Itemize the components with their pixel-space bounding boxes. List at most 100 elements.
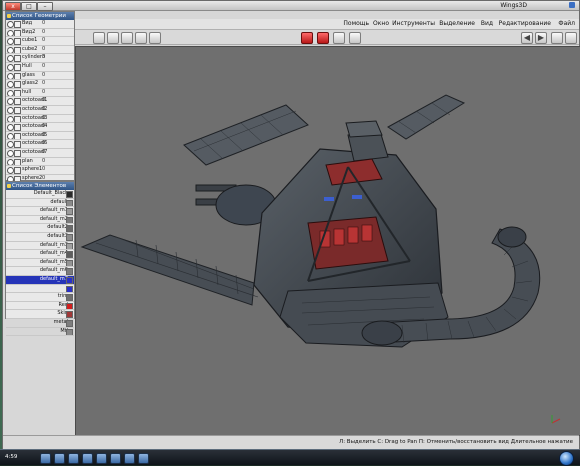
lock-icon[interactable] (14, 158, 21, 166)
vertex-mode-button[interactable] (301, 32, 313, 44)
lock-icon[interactable] (14, 106, 21, 114)
menu-help[interactable]: Помощь (343, 20, 369, 27)
menu-view[interactable]: Вид (481, 20, 493, 27)
toolbar-grid-button[interactable] (565, 32, 577, 44)
lock-icon[interactable] (14, 124, 21, 131)
geometry-item[interactable]: sphere1 0 (6, 166, 74, 175)
lock-icon[interactable] (14, 115, 21, 123)
geometry-item[interactable]: octotoad6 0 (6, 140, 74, 149)
arrow-right-icon[interactable]: ▶ (535, 32, 547, 44)
lock-icon[interactable] (14, 81, 21, 88)
geometry-item[interactable]: cube1 0 (6, 37, 74, 46)
toolbar-save-button[interactable] (121, 32, 133, 44)
menu-edit[interactable]: Редактирование (499, 20, 551, 27)
eye-icon[interactable] (7, 149, 14, 157)
menu-window[interactable]: Окно (373, 20, 389, 27)
geometry-item[interactable]: hull 0 (6, 89, 74, 98)
eye-icon[interactable] (7, 132, 14, 140)
geometry-item[interactable]: Вид 0 (6, 20, 74, 29)
menu-file[interactable]: Файл (558, 20, 575, 27)
geometry-item[interactable]: plan 0 (6, 158, 74, 167)
lock-icon[interactable] (14, 141, 21, 148)
toolbar-open-button[interactable] (107, 32, 119, 44)
toolbar-view-button[interactable] (551, 32, 563, 44)
tray-icon[interactable] (138, 453, 149, 464)
eye-icon[interactable] (7, 106, 14, 114)
geometry-item[interactable]: glass 0 (6, 72, 74, 81)
material-item[interactable] (6, 285, 74, 294)
eye-icon[interactable] (7, 98, 14, 105)
lock-icon[interactable] (14, 55, 21, 63)
eye-icon[interactable] (7, 46, 14, 54)
toolbar-new-button[interactable] (93, 32, 105, 44)
tray-icon[interactable] (54, 453, 65, 464)
material-item[interactable]: default_m2 (6, 216, 74, 225)
geometry-item[interactable]: octotoad2 0 (6, 106, 74, 115)
minimize-button[interactable]: – (37, 2, 53, 11)
material-item[interactable]: default_m6 (6, 267, 74, 276)
lock-icon[interactable] (14, 149, 21, 157)
material-item[interactable]: default_m7 (6, 275, 74, 285)
geometry-item[interactable]: octotoad5 0 (6, 132, 74, 141)
material-item[interactable]: Mtl (6, 328, 74, 337)
material-item[interactable]: Skin (6, 310, 74, 319)
material-item[interactable]: Default_Black (6, 190, 74, 199)
menu-tools[interactable]: Инструменты (392, 20, 435, 27)
material-item[interactable]: default (6, 199, 74, 208)
menu-select[interactable]: Выделение (439, 20, 475, 27)
edge-mode-button[interactable] (317, 32, 329, 44)
lock-icon[interactable] (14, 167, 21, 174)
geometry-item[interactable]: octotoad7 0 (6, 149, 74, 158)
eye-icon[interactable] (7, 81, 14, 88)
material-panel-title[interactable]: Список Элементов (6, 182, 74, 190)
eye-icon[interactable] (7, 29, 14, 37)
toolbar-undo-button[interactable] (135, 32, 147, 44)
lock-icon[interactable] (14, 89, 21, 97)
eye-icon[interactable] (7, 55, 14, 63)
geometry-item[interactable]: glass2 0 (6, 80, 74, 89)
eye-icon[interactable] (7, 115, 14, 123)
material-item[interactable]: metal (6, 319, 74, 328)
eye-icon[interactable] (7, 89, 14, 97)
eye-icon[interactable] (7, 38, 14, 45)
material-item[interactable]: Red (6, 302, 74, 311)
tray-icon[interactable] (110, 453, 121, 464)
tray-icon[interactable] (82, 453, 93, 464)
tray-icon[interactable] (40, 453, 51, 464)
geometry-item[interactable]: cylinder3 0 (6, 54, 74, 63)
toolbar-redo-button[interactable] (149, 32, 161, 44)
lock-icon[interactable] (14, 132, 21, 140)
tray-icon[interactable] (68, 453, 79, 464)
material-item[interactable]: default_m1 (6, 207, 74, 216)
geometry-item[interactable]: cube2 0 (6, 46, 74, 55)
lock-icon[interactable] (14, 46, 21, 54)
material-item[interactable]: default_m3 (6, 242, 74, 251)
eye-icon[interactable] (7, 124, 14, 131)
geometry-item[interactable]: octotoad4 0 (6, 123, 74, 132)
close-button[interactable]: x (5, 2, 21, 11)
geometry-item[interactable]: Hull 0 (6, 63, 74, 72)
lock-icon[interactable] (14, 21, 21, 28)
lock-icon[interactable] (14, 98, 21, 105)
lock-icon[interactable] (14, 38, 21, 45)
tray-icon[interactable] (96, 453, 107, 464)
eye-icon[interactable] (7, 72, 14, 80)
geometry-item[interactable]: octotoad3 0 (6, 115, 74, 124)
tray-icon[interactable] (124, 453, 135, 464)
geometry-panel-title[interactable]: Список Геометрии (6, 12, 74, 20)
material-item[interactable]: default3 (6, 233, 74, 242)
3d-viewport[interactable] (75, 46, 580, 436)
material-item[interactable]: trim (6, 293, 74, 302)
material-item[interactable]: default2 (6, 224, 74, 233)
body-mode-button[interactable] (349, 32, 361, 44)
lock-icon[interactable] (14, 29, 21, 37)
eye-icon[interactable] (7, 63, 14, 71)
lock-icon[interactable] (14, 63, 21, 71)
eye-icon[interactable] (7, 141, 14, 148)
eye-icon[interactable] (7, 167, 14, 174)
eye-icon[interactable] (7, 21, 14, 28)
geometry-item[interactable]: Вид2 0 (6, 29, 74, 38)
material-item[interactable]: default_m4 (6, 250, 74, 259)
material-item[interactable]: default_m5 (6, 259, 74, 268)
title-bar[interactable]: x □ – Wings3D (3, 1, 579, 11)
